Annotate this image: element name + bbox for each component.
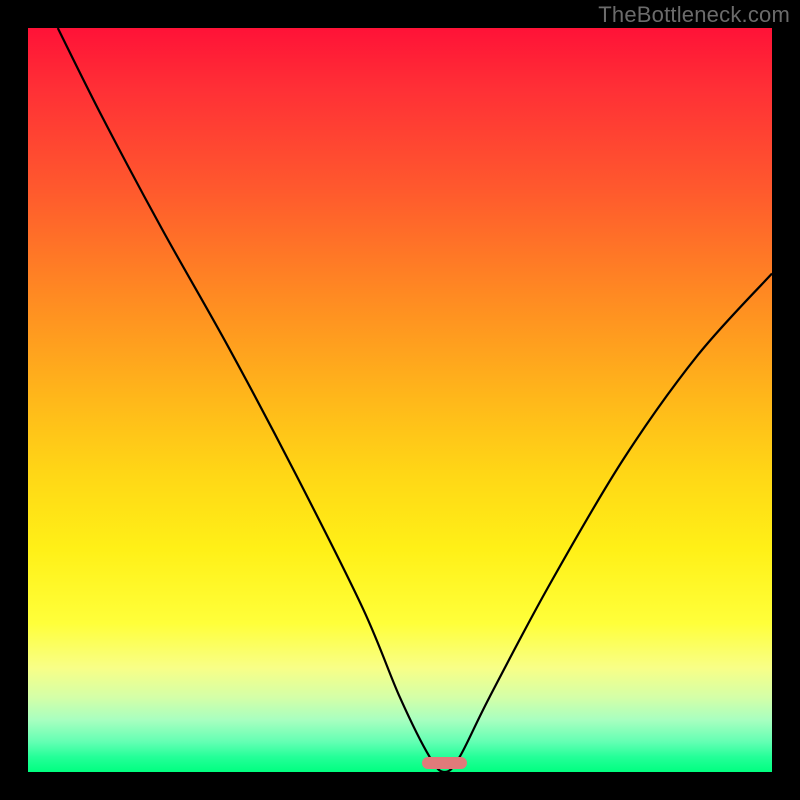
chart-container: TheBottleneck.com [0, 0, 800, 800]
plot-area [28, 28, 772, 772]
optimal-range-marker [422, 757, 467, 769]
watermark-label: TheBottleneck.com [598, 2, 790, 28]
bottleneck-curve [28, 28, 772, 772]
